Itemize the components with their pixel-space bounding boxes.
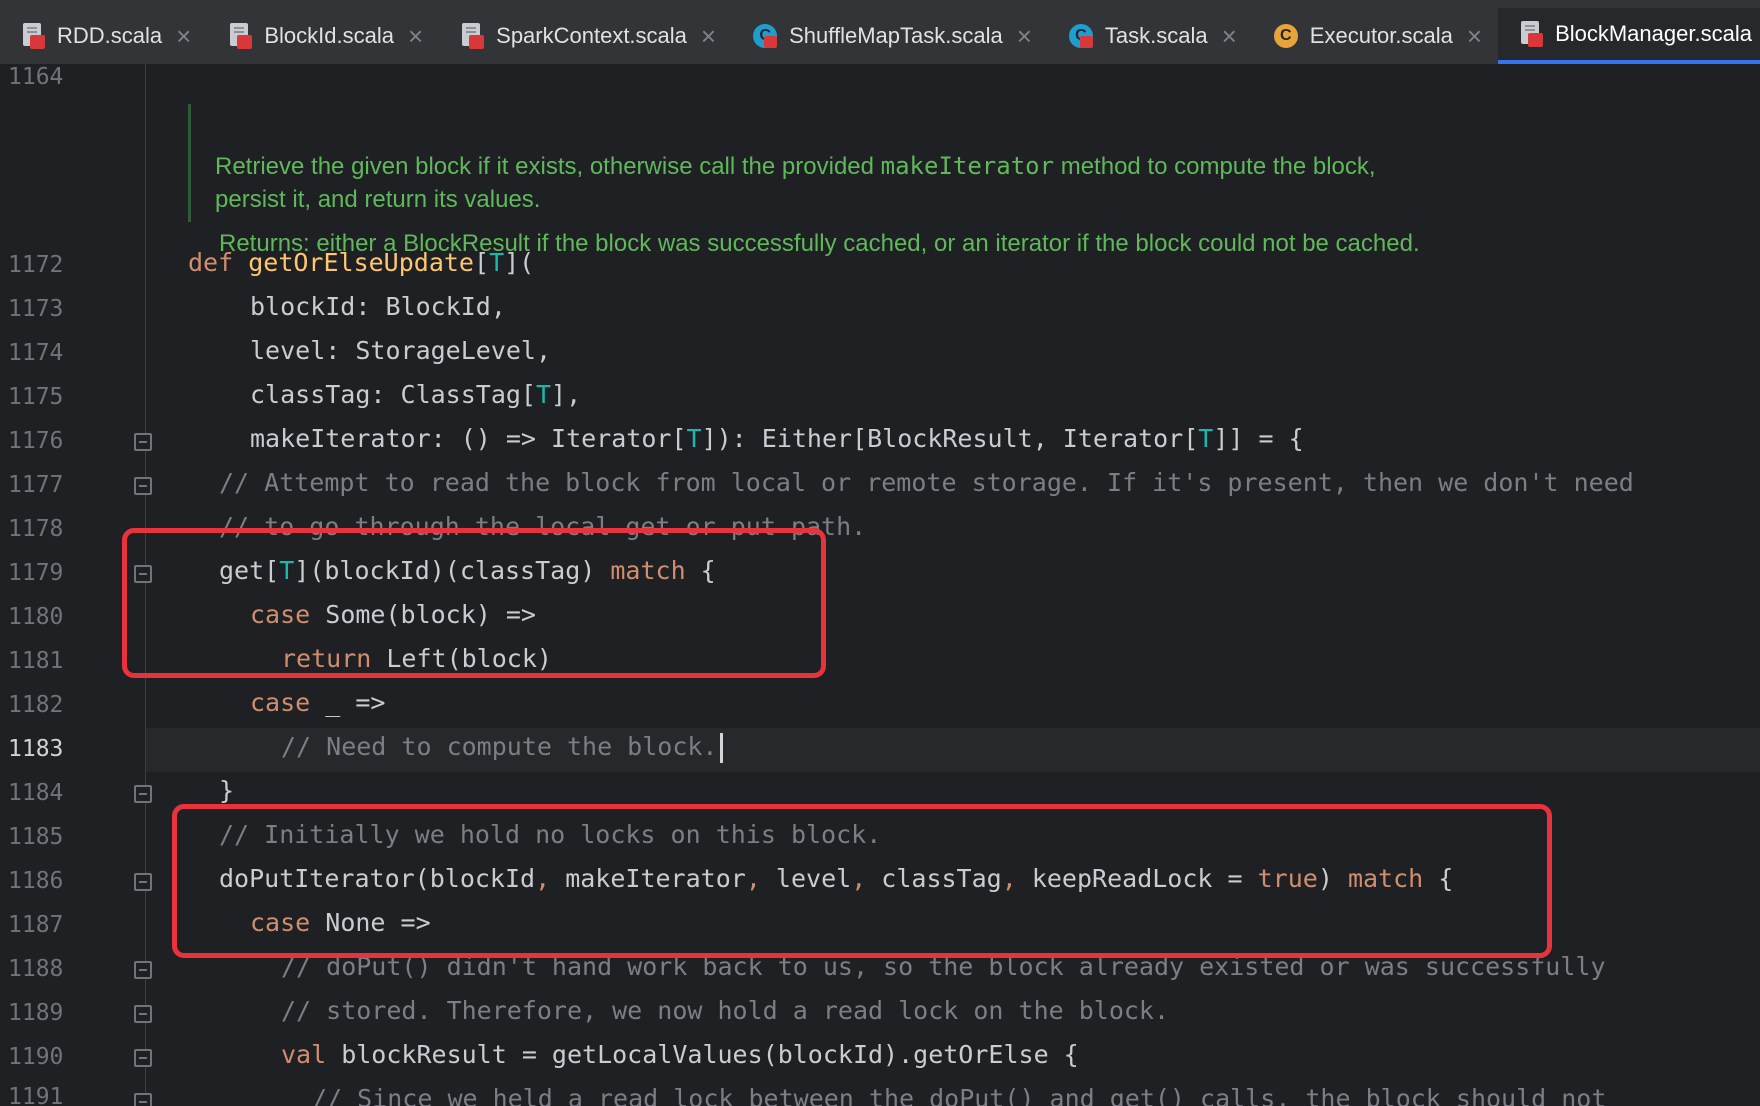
tab-sparkcontext-scala[interactable]: SparkContext.scala × <box>439 8 732 64</box>
line-number-current: 1183 <box>8 736 64 762</box>
scala-file-icon <box>227 22 255 50</box>
tab-blockmanager-scala[interactable]: BlockManager.scala × <box>1498 8 1760 64</box>
line-number: 1178 <box>8 516 64 542</box>
line-number: 1190 <box>8 1044 64 1070</box>
line-number: 1179 <box>8 560 64 586</box>
tab-label: Task.scala <box>1104 23 1208 48</box>
text-caret <box>719 733 723 763</box>
code-line-1183: // Need to compute the block. <box>281 732 723 763</box>
code-line-1184: } <box>219 776 235 805</box>
line-number: 1187 <box>8 912 64 938</box>
close-icon[interactable]: × <box>701 23 716 49</box>
code-editor[interactable]: 1164 1172 1173 1174 1175 1176 1177 1178 … <box>0 64 1760 1106</box>
scala-class-icon: C <box>752 22 780 50</box>
code-line-1182: case _ => <box>250 688 386 717</box>
highlight-box-do-put-iterator <box>172 804 1552 958</box>
close-icon[interactable]: × <box>408 23 423 49</box>
line-number: 1176 <box>8 428 64 454</box>
line-number: 1174 <box>8 340 64 366</box>
code-line-1190: val blockResult = getLocalValues(blockId… <box>281 1040 1079 1069</box>
code-line-1189: // stored. Therefore, we now hold a read… <box>281 996 1170 1025</box>
line-number: 1191 <box>8 1084 64 1106</box>
line-number: 1188 <box>8 956 64 982</box>
tab-shufflemaptask-scala[interactable]: C ShuffleMapTask.scala × <box>732 8 1048 64</box>
line-number: 1173 <box>8 296 64 322</box>
fold-icon[interactable] <box>134 785 152 803</box>
close-icon[interactable]: × <box>1467 23 1482 49</box>
fold-icon[interactable] <box>134 477 152 495</box>
editor-tab-bar: RDD.scala × BlockId.scala × SparkContext… <box>0 0 1760 65</box>
doc-line-1: Retrieve the given block if it exists, o… <box>215 152 1376 180</box>
line-number: 1164 <box>8 64 64 90</box>
tab-label: ShuffleMapTask.scala <box>789 23 1003 48</box>
doc-line-2: persist it, and return its values. <box>215 186 541 213</box>
rendered-doc-comment: Retrieve the given block if it exists, o… <box>188 104 1491 257</box>
fold-icon[interactable] <box>134 961 152 979</box>
tab-label: Executor.scala <box>1309 23 1453 48</box>
close-icon[interactable]: × <box>1017 23 1032 49</box>
code-line-1175: classTag: ClassTag[T], <box>250 380 582 409</box>
fold-icon[interactable] <box>134 433 152 451</box>
scala-class-icon: C <box>1273 22 1301 50</box>
fold-icon[interactable] <box>134 1093 152 1106</box>
fold-icon[interactable] <box>134 1049 152 1067</box>
code-line-1172: def getOrElseUpdate[T]( <box>188 248 535 277</box>
tab-label: BlockId.scala <box>264 23 394 48</box>
code-line-1174: level: StorageLevel, <box>250 336 552 365</box>
code-line-1177: // Attempt to read the block from local … <box>219 468 1634 497</box>
tab-rdd-scala[interactable]: RDD.scala × <box>0 8 207 64</box>
fold-icon[interactable] <box>134 873 152 891</box>
tab-label: SparkContext.scala <box>496 23 687 48</box>
line-number: 1181 <box>8 648 64 674</box>
line-number: 1175 <box>8 384 64 410</box>
tab-label: BlockManager.scala <box>1555 21 1752 46</box>
tab-label: RDD.scala <box>57 23 163 48</box>
scala-class-icon: C <box>1068 22 1096 50</box>
scala-file-icon <box>1518 20 1546 48</box>
line-number: 1189 <box>8 1000 64 1026</box>
code-line-1191: // Since we held a read lock between the… <box>312 1084 1607 1106</box>
highlight-box-cache-hit <box>122 528 826 678</box>
code-line-1176: makeIterator: () => Iterator[T]): Either… <box>250 424 1304 453</box>
scala-file-icon <box>20 22 48 50</box>
line-number: 1177 <box>8 472 64 498</box>
line-number: 1182 <box>8 692 64 718</box>
tab-executor-scala[interactable]: C Executor.scala × <box>1253 8 1498 64</box>
line-number: 1184 <box>8 780 64 806</box>
tab-task-scala[interactable]: C Task.scala × <box>1048 8 1253 64</box>
close-icon[interactable]: × <box>1222 23 1237 49</box>
line-number: 1180 <box>8 604 64 630</box>
close-icon[interactable]: × <box>176 23 191 49</box>
line-number: 1186 <box>8 868 64 894</box>
line-number: 1172 <box>8 252 64 278</box>
fold-icon[interactable] <box>134 1005 152 1023</box>
code-line-1173: blockId: BlockId, <box>250 292 506 321</box>
line-number: 1185 <box>8 824 64 850</box>
scala-file-icon <box>459 22 487 50</box>
tab-blockid-scala[interactable]: BlockId.scala × <box>207 8 439 64</box>
